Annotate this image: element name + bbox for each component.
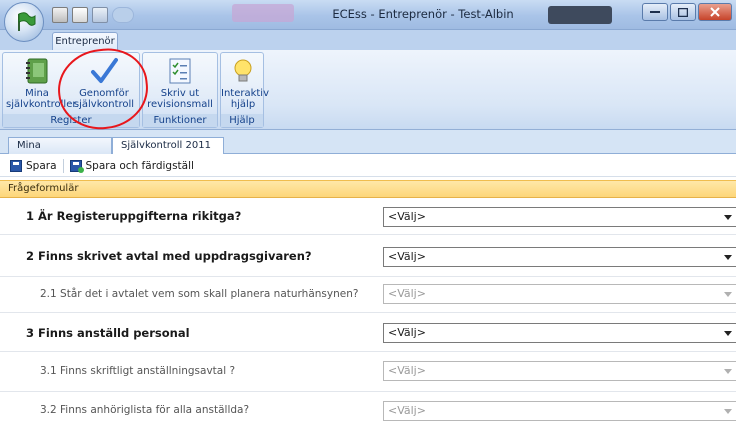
question-text: 3.1 Finns skriftligt anställningsavtal ?	[40, 365, 236, 377]
interaktiv-hjalp-button[interactable]: Interaktiv hjälp	[221, 57, 269, 110]
redacted-area	[548, 6, 612, 24]
question-row: 2.1 Står det i avtalet vem som skall pla…	[0, 277, 736, 313]
question-text: 3 Finns anställd personal	[26, 326, 190, 340]
chevron-down-icon	[724, 292, 732, 297]
minimize-icon	[650, 11, 660, 13]
notebook-icon	[23, 57, 51, 85]
save-and-finish-button[interactable]: Spara och färdigställ	[69, 159, 194, 173]
lightbulb-icon	[229, 57, 257, 85]
checkmark-icon	[90, 57, 118, 85]
group-hjalp: Interaktiv hjälp Hjälp	[220, 52, 269, 128]
save-icon	[10, 159, 22, 172]
group-label-register: Register	[3, 114, 139, 127]
answer-select: <Välj>	[383, 284, 736, 304]
question-text: 1 Är Registeruppgifterna rikitga?	[26, 209, 242, 223]
save-finish-icon	[69, 159, 84, 173]
maximize-button[interactable]	[670, 3, 696, 21]
genomfor-sjalvkontroll-button[interactable]: Genomför självkontroll	[71, 57, 137, 110]
chevron-down-icon	[724, 215, 732, 220]
ribbon: Mina självkontroller Genomför självkontr…	[0, 50, 736, 130]
chevron-down-icon	[724, 369, 732, 374]
group-register: Mina självkontroller Genomför självkontr…	[2, 52, 140, 128]
question-row: 3 Finns anställd personal <Välj>	[0, 313, 736, 352]
chevron-down-icon	[724, 255, 732, 260]
window-controls	[642, 3, 732, 21]
application-button[interactable]	[4, 2, 44, 42]
question-text: 2 Finns skrivet avtal med uppdragsgivare…	[26, 249, 312, 263]
answer-select[interactable]: <Välj>	[383, 247, 736, 267]
answer-select[interactable]: <Välj>	[383, 323, 736, 343]
group-funktioner: Skriv ut revisionsmall Funktioner	[142, 52, 218, 128]
question-row: 3.1 Finns skriftligt anställningsavtal ?…	[0, 352, 736, 392]
question-text: 3.2 Finns anhöriglista för alla anställd…	[40, 404, 250, 416]
group-label-funktioner: Funktioner	[143, 114, 217, 127]
question-row: 1 Är Registeruppgifterna rikitga? <Välj>	[0, 198, 736, 235]
flag-icon	[18, 12, 36, 31]
title-bar: ECEss - Entreprenör - Test-Albin	[0, 0, 736, 30]
answer-select: <Välj>	[383, 401, 736, 421]
tab-entreprenor[interactable]: Entreprenör	[52, 32, 118, 51]
question-text: 2.1 Står det i avtalet vem som skall pla…	[40, 288, 359, 300]
form-header: Frågeformulär	[0, 180, 736, 198]
tab-sjalvkontroll-2011[interactable]: Självkontroll 2011	[112, 137, 224, 154]
toolbar: Spara Spara och färdigställ	[0, 155, 736, 177]
window-title: ECEss - Entreprenör - Test-Albin	[332, 7, 514, 21]
save-button[interactable]: Spara	[10, 159, 57, 172]
close-button[interactable]	[698, 3, 732, 21]
chevron-down-icon	[724, 331, 732, 336]
skriv-ut-revisionsmall-button[interactable]: Skriv ut revisionsmall	[145, 57, 215, 110]
group-label-hjalp: Hjälp	[221, 114, 263, 127]
checklist-icon	[166, 57, 194, 85]
document-tabs: Mina självkontroller Självkontroll 2011	[0, 130, 736, 167]
mina-sjalvkontroller-button[interactable]: Mina självkontroller	[6, 57, 76, 110]
answer-select[interactable]: <Välj>	[383, 207, 736, 227]
chevron-down-icon	[724, 409, 732, 414]
minimize-button[interactable]	[642, 3, 668, 21]
question-row: 2 Finns skrivet avtal med uppdragsgivare…	[0, 235, 736, 277]
maximize-icon	[678, 7, 688, 17]
answer-select: <Välj>	[383, 361, 736, 381]
toolbar-separator	[62, 158, 64, 173]
close-icon	[710, 7, 720, 17]
tab-mina-sjalvkontroller[interactable]: Mina självkontroller	[8, 137, 112, 167]
ribbon-tab-strip: Entreprenör	[0, 30, 736, 51]
question-row: 3.2 Finns anhöriglista för alla anställd…	[0, 392, 736, 433]
